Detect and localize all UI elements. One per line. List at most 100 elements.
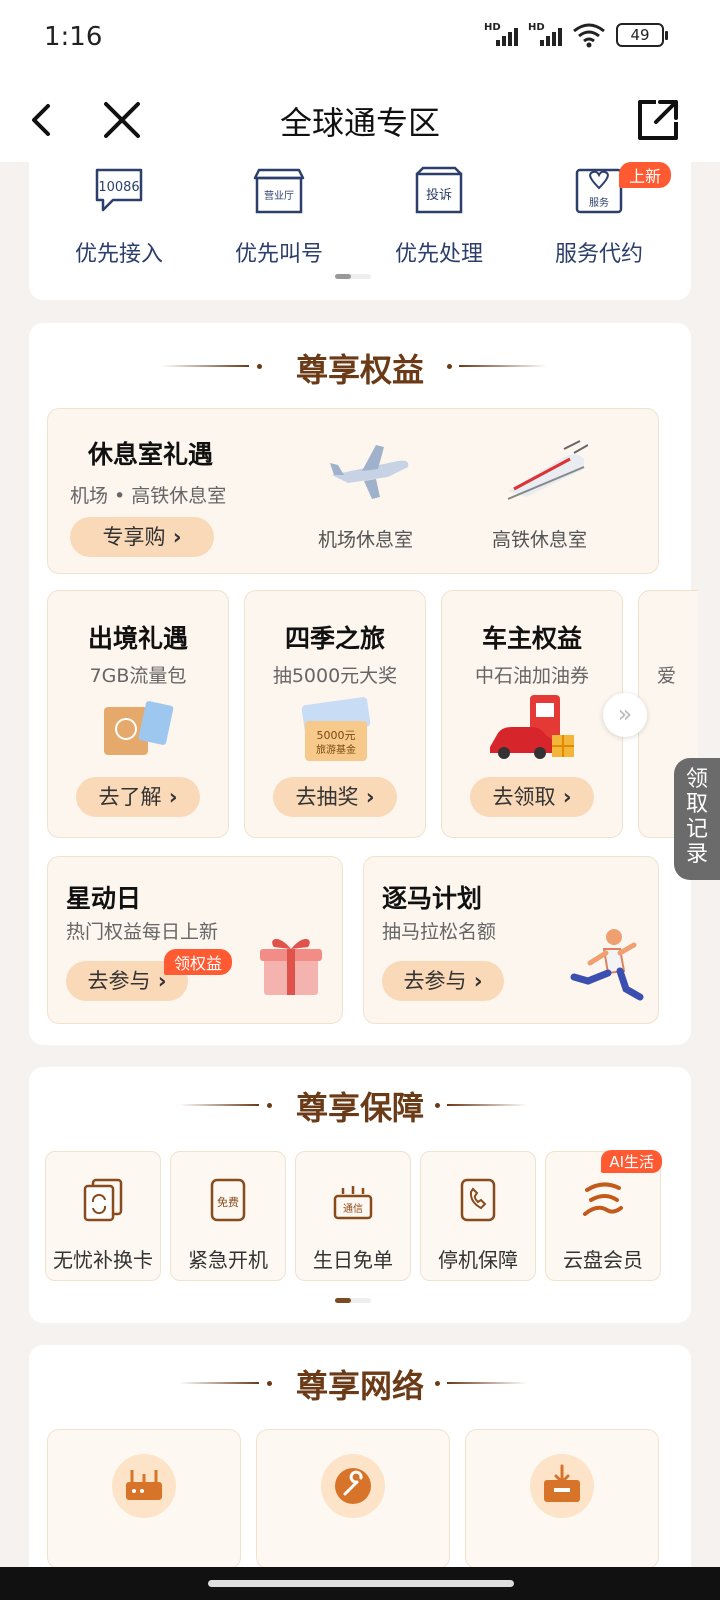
travel-voucher-icon: 5000元 旅游基金 <box>301 697 371 761</box>
star-day-title: 星动日 <box>66 884 142 913</box>
page-indicator-active <box>335 274 351 279</box>
guarantee-section-title: 尊享保障 <box>295 1089 424 1127</box>
car-owner-tile[interactable]: 车主权益 中石油加油券 去领取 <box>441 590 623 838</box>
fuel-car-icon <box>490 695 574 759</box>
priority-handling-item[interactable]: 投诉 优先处理 <box>359 164 519 268</box>
suspension-guard-label: 停机保障 <box>438 1248 518 1272</box>
cloud-drive-item[interactable]: 云盘会员 AI生活 <box>545 1150 662 1281</box>
status-icons: HD HD 49 <box>484 22 668 48</box>
emergency-start-label: 紧急开机 <box>188 1248 268 1272</box>
share-icon <box>638 100 678 140</box>
train-lounge-label: 高铁休息室 <box>492 529 588 551</box>
network-line-right <box>447 1382 527 1384</box>
svg-text:5000元: 5000元 <box>317 729 356 742</box>
delivery-box-icon <box>530 1454 594 1518</box>
lounge-title: 休息室礼遇 <box>88 440 214 469</box>
outbound-tile[interactable]: 出境礼遇 7GB流量包 去了解 <box>47 590 229 838</box>
marathon-join-button[interactable]: 去参与 <box>382 961 504 1001</box>
share-button[interactable] <box>630 92 686 148</box>
claim-button[interactable]: 去领取 <box>470 777 594 817</box>
sim-swap-icon <box>83 1178 123 1222</box>
claim-records-tab[interactable]: 领取记录 <box>674 758 720 880</box>
outbound-subtitle: 7GB流量包 <box>89 665 187 687</box>
priority-queue-item[interactable]: 营业厅 优先叫号 <box>199 164 359 268</box>
priority-access-label: 优先接入 <box>74 242 163 267</box>
exclusive-buy-button[interactable]: 专享购 <box>70 517 214 557</box>
runner-icon <box>570 929 644 1001</box>
sim-replace-item[interactable]: 无忧补换卡 <box>45 1151 161 1281</box>
battery-icon: 49 <box>616 23 668 47</box>
birthday-free-label: 生日免单 <box>313 1248 393 1272</box>
status-time: 1:16 <box>44 22 103 52</box>
birthday-cake-icon: 通信 <box>333 1186 373 1220</box>
marathon-title: 逐马计划 <box>382 884 483 913</box>
star-day-pane[interactable]: 星动日 热门权益每日上新 去参与 领权益 <box>47 856 343 1024</box>
marathon-pane[interactable]: 逐马计划 抽马拉松名额 去参与 <box>363 856 659 1024</box>
router-icon <box>112 1454 176 1518</box>
rights-card: 尊享权益 休息室礼遇 机场 • 高铁休息室 专享购 机场休息室 高铁休息室 <box>29 323 698 1045</box>
priority-handling-label: 优先处理 <box>394 242 483 267</box>
title-line-right <box>459 365 547 367</box>
phone-call-icon <box>460 1178 496 1222</box>
next-arrow-button[interactable]: » <box>603 693 647 737</box>
priority-queue-label: 优先叫号 <box>234 242 323 267</box>
love-tile-subtitle: 爱 <box>657 665 677 687</box>
claim-rights-badge: 领权益 <box>164 949 233 975</box>
airplane-icon <box>330 445 409 499</box>
home-indicator[interactable] <box>208 1580 514 1587</box>
train-icon <box>507 440 588 500</box>
double-chevron-right-icon: » <box>617 700 633 728</box>
passport-icon <box>104 701 174 755</box>
emergency-start-item[interactable]: 免费 紧急开机 <box>170 1151 286 1281</box>
network-item-repair[interactable] <box>256 1429 450 1567</box>
car-owner-subtitle: 中石油加油券 <box>474 665 589 687</box>
car-owner-title: 车主权益 <box>481 624 582 653</box>
priority-access-item[interactable]: 10086 优先接入 <box>39 164 199 268</box>
seasons-tile[interactable]: 四季之旅 抽5000元大奖 5000元 旅游基金 去抽奖 <box>244 590 426 838</box>
seasons-title: 四季之旅 <box>284 624 385 653</box>
star-day-subtitle: 热门权益每日上新 <box>66 921 219 943</box>
svg-text:通信: 通信 <box>343 1203 363 1215</box>
lounge-pane[interactable]: 休息室礼遇 机场 • 高铁休息室 专享购 机场休息室 高铁休息室 <box>47 408 659 574</box>
service-booking-label: 服务代约 <box>554 242 643 267</box>
network-item-box[interactable] <box>465 1429 659 1567</box>
guarantee-card: 尊享保障 无忧补换卡 免费 紧急开机 通信 生日免单 停机保障 云盘会员 AI生… <box>29 1067 691 1323</box>
draw-prize-button[interactable]: 去抽奖 <box>273 777 397 817</box>
signal-icon-2: HD <box>528 22 562 48</box>
network-item-router[interactable] <box>47 1429 241 1567</box>
seasons-subtitle: 抽5000元大奖 <box>272 665 398 687</box>
guarantee-indicator-active <box>335 1298 351 1303</box>
page-content[interactable]: 10086 优先接入 营业厅 优先叫号 投诉 优先处理 服务 服务代约 上新 尊… <box>0 162 720 1567</box>
signal-icon: HD <box>484 22 518 48</box>
nav-bar: 全球通专区 <box>0 78 720 162</box>
guarantee-line-right <box>447 1104 527 1106</box>
svg-text:免费: 免费 <box>217 1195 239 1209</box>
free-phone-icon: 免费 <box>210 1178 246 1222</box>
svg-text:投诉: 投诉 <box>426 187 452 203</box>
service-booking-item[interactable]: 服务 服务代约 上新 <box>519 162 679 268</box>
svg-text:服务: 服务 <box>589 196 609 209</box>
cloud-drive-logo-icon <box>583 1182 623 1216</box>
airport-lounge-label: 机场休息室 <box>318 529 414 551</box>
service-card: 10086 优先接入 营业厅 优先叫号 投诉 优先处理 服务 服务代约 上新 <box>29 162 691 300</box>
ai-life-badge: AI生活 <box>601 1150 662 1173</box>
complaint-icon: 投诉 <box>415 166 463 214</box>
suspension-guard-item[interactable]: 停机保障 <box>420 1151 536 1281</box>
network-card: 尊享网络 <box>29 1345 691 1567</box>
business-hall-icon: 营业厅 <box>253 168 305 214</box>
marathon-subtitle: 抽马拉松名额 <box>382 921 497 943</box>
rights-section-title: 尊享权益 <box>295 351 424 389</box>
page-title: 全球通专区 <box>279 104 440 142</box>
svg-text:旅游基金: 旅游基金 <box>316 743 356 756</box>
wifi-icon <box>573 23 605 48</box>
title-dot-right <box>447 364 452 369</box>
hotline-10086-icon: 10086 <box>95 168 143 212</box>
system-nav-bar <box>0 1567 720 1600</box>
guarantee-row: 无忧补换卡 免费 紧急开机 通信 生日免单 停机保障 云盘会员 AI生活 <box>45 1150 685 1283</box>
birthday-free-item[interactable]: 通信 生日免单 <box>295 1151 411 1281</box>
svg-text:10086: 10086 <box>98 180 139 195</box>
guarantee-dot-right <box>435 1103 440 1108</box>
learn-more-button[interactable]: 去了解 <box>76 777 200 817</box>
new-badge: 上新 <box>618 162 671 188</box>
sim-replace-label: 无忧补换卡 <box>53 1248 153 1272</box>
